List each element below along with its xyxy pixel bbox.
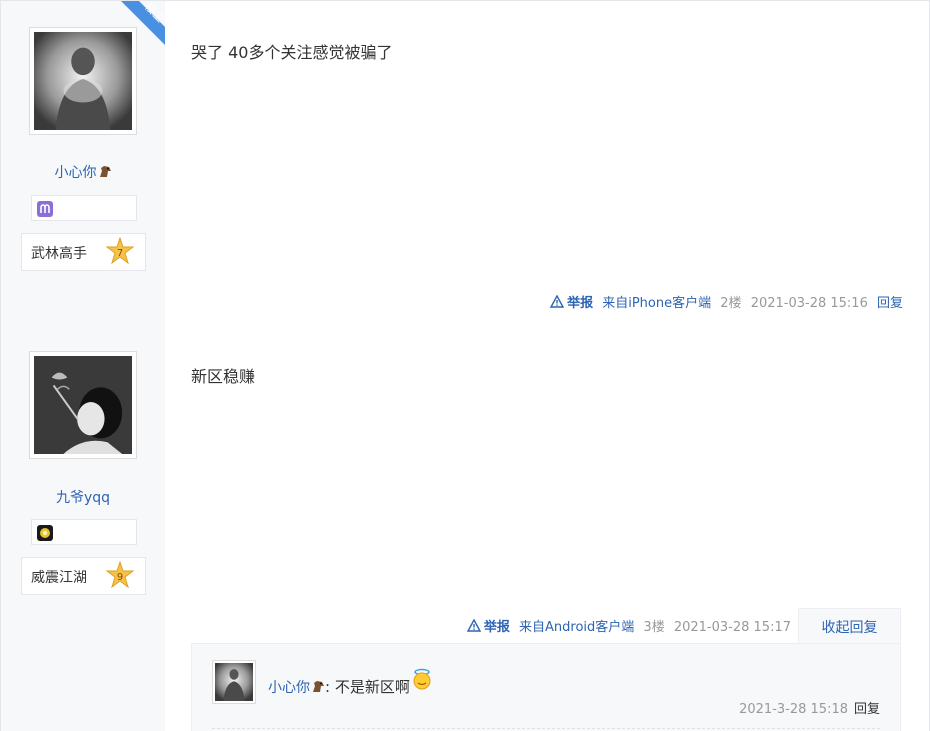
reply-button[interactable]: 回复 bbox=[854, 702, 880, 717]
source-client[interactable]: 来自Android客户端 bbox=[519, 620, 634, 635]
author-name[interactable]: 小心你 bbox=[1, 162, 165, 182]
floor-number: 3楼 bbox=[643, 620, 665, 635]
level-star-icon: 7 bbox=[105, 237, 135, 265]
horse-emoji-icon bbox=[99, 166, 111, 177]
level-box[interactable]: 武林高手 7 bbox=[21, 233, 146, 271]
collapse-replies-button[interactable]: 收起回复 bbox=[798, 608, 901, 644]
level-name: 威震江湖 bbox=[31, 570, 87, 586]
angel-emoji-icon bbox=[413, 668, 431, 690]
avatar-image bbox=[215, 663, 253, 701]
level-number: 9 bbox=[117, 572, 123, 583]
avatar-image bbox=[34, 356, 132, 454]
reply-text: 不是新区啊 bbox=[334, 678, 410, 696]
reply-item: 小心你: 不是新区啊 bbox=[268, 668, 434, 697]
post-meta: 举报 来自Android客户端 3楼 2021-03-28 15:17 bbox=[462, 616, 791, 635]
post-floor-3: 九爷yqq 威震江湖 9 新区稳赚 举报 来自Android客户端 3楼 202… bbox=[1, 327, 929, 731]
post-content: 新区稳赚 举报 来自Android客户端 3楼 2021-03-28 15:17… bbox=[165, 327, 929, 731]
aries-zodiac-icon bbox=[37, 201, 53, 217]
author-panel: 九爷yqq 威震江湖 9 bbox=[1, 327, 165, 731]
op-corner-badge: 楼主 bbox=[121, 1, 167, 47]
report-link[interactable]: 举报 bbox=[466, 619, 510, 635]
post-content: 哭了 40多个关注感觉被骗了 举报 来自iPhone客户端 2楼 2021-03… bbox=[165, 1, 929, 327]
report-link[interactable]: 举报 bbox=[550, 295, 593, 311]
member-badge-box[interactable] bbox=[31, 195, 137, 221]
post-text: 哭了 40多个关注感觉被骗了 bbox=[191, 43, 393, 62]
level-star-icon: 9 bbox=[105, 561, 135, 589]
post-meta: 举报 来自iPhone客户端 2楼 2021-03-28 15:16 回复 bbox=[545, 292, 903, 311]
thread-page: 小心你 武林高手 7 楼主 哭了 40多个关注感觉被骗了 举报 来自iPhone… bbox=[0, 0, 930, 731]
source-client[interactable]: 来自iPhone客户端 bbox=[602, 296, 711, 311]
avatar-image bbox=[34, 32, 132, 130]
reply-meta: 2021-3-28 15:18 回复 bbox=[739, 698, 880, 717]
author-avatar[interactable] bbox=[29, 351, 137, 459]
reply-user[interactable]: 小心你 bbox=[268, 680, 310, 696]
reply-time: 2021-3-28 15:18 bbox=[739, 702, 848, 717]
author-name[interactable]: 九爷yqq bbox=[1, 487, 165, 507]
level-number: 7 bbox=[117, 248, 123, 259]
post-floor-2: 小心你 武林高手 7 楼主 哭了 40多个关注感觉被骗了 举报 来自iPhone… bbox=[1, 0, 929, 328]
post-time: 2021-03-28 15:16 bbox=[750, 296, 868, 311]
author-panel: 小心你 武林高手 7 楼主 bbox=[1, 1, 167, 327]
post-time: 2021-03-28 15:17 bbox=[673, 620, 791, 635]
post-text: 新区稳赚 bbox=[191, 367, 256, 386]
reply-avatar[interactable] bbox=[212, 660, 256, 704]
member-badge-box[interactable] bbox=[31, 519, 137, 545]
level-box[interactable]: 威震江湖 9 bbox=[21, 557, 146, 595]
floor-number: 2楼 bbox=[720, 296, 742, 311]
level-name: 武林高手 bbox=[31, 246, 87, 262]
reply-link[interactable]: 回复 bbox=[877, 296, 903, 311]
reply-separator: : bbox=[325, 678, 331, 696]
gold-flower-icon bbox=[37, 525, 53, 541]
reply-list: 小心你: 不是新区啊 2021-3-28 15:18 回复 bbox=[191, 643, 901, 731]
horse-emoji-icon bbox=[313, 681, 324, 692]
divider bbox=[212, 728, 880, 729]
warning-icon bbox=[466, 619, 481, 632]
warning-icon bbox=[550, 295, 565, 308]
